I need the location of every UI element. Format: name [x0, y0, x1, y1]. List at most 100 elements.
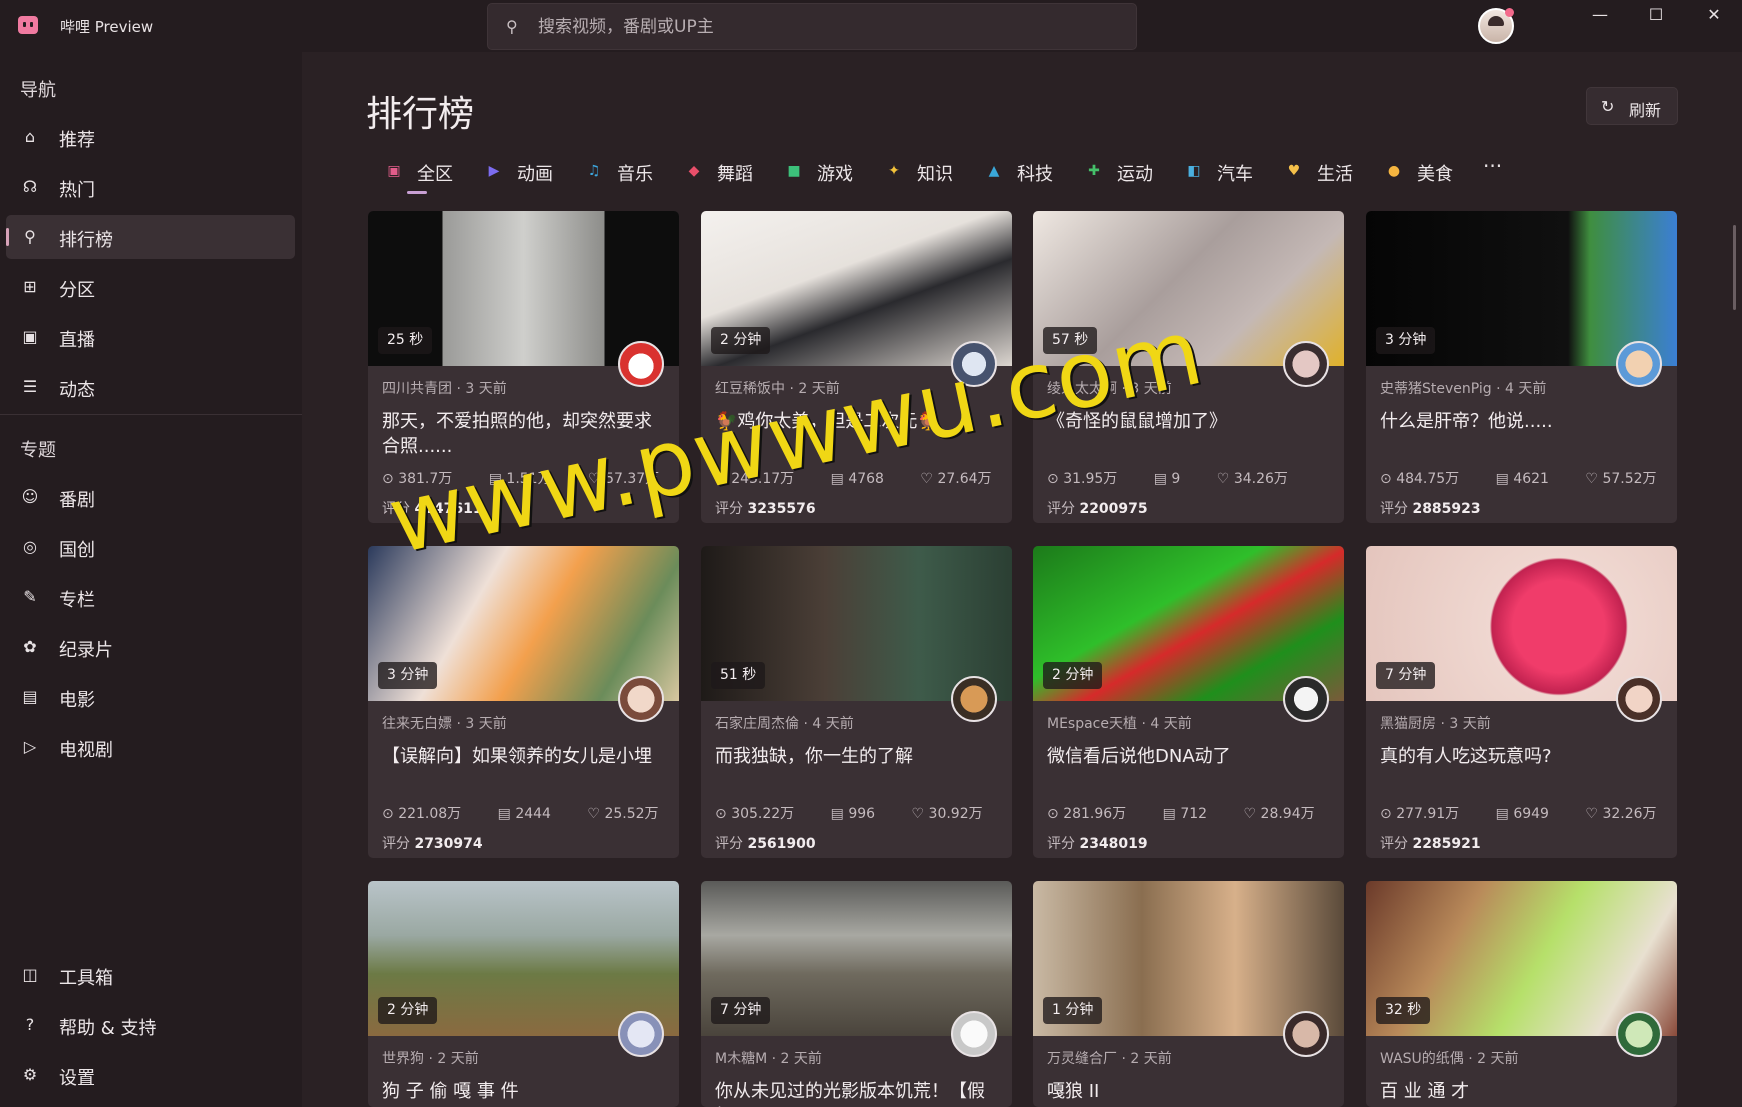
- sidebar-item-feed[interactable]: ☰ 动态: [6, 365, 295, 409]
- video-title[interactable]: 百 业 通 才: [1380, 1079, 1662, 1104]
- uploader-avatar[interactable]: [618, 676, 664, 722]
- sidebar-item-movie[interactable]: ▤ 电影: [6, 675, 295, 719]
- page-title: 排行榜: [366, 94, 475, 135]
- tech-icon: ▲: [988, 163, 1000, 179]
- uploader-meta[interactable]: 红豆稀饭中 · 2 天前: [715, 378, 840, 398]
- sidebar-item-label: 排行榜: [59, 230, 113, 251]
- uploader-avatar[interactable]: [1283, 676, 1329, 722]
- tab-label: 舞蹈: [717, 164, 753, 185]
- uploader-avatar[interactable]: [951, 341, 997, 387]
- video-card[interactable]: 3 分钟 史蒂猪StevenPig · 4 天前 什么是肝帝？他说..... ⊙…: [1366, 211, 1677, 523]
- video-card[interactable]: 25 秒 四川共青团 · 3 天前 那天，不爱拍照的他，却突然要求合照.....…: [368, 211, 679, 523]
- uploader-meta[interactable]: MEspace天植 · 4 天前: [1047, 713, 1192, 733]
- tab-label: 音乐: [617, 164, 653, 185]
- uploader-avatar[interactable]: [618, 341, 664, 387]
- more-categories-button[interactable]: ···: [1483, 154, 1502, 178]
- view-count: ⊙ 281.96万: [1047, 806, 1127, 822]
- like-count: ♡ 57.37万: [588, 471, 660, 487]
- video-title[interactable]: 🐓鸡你太美，但是二次元🐓: [715, 409, 997, 434]
- uploader-meta[interactable]: 黑猫厨房 · 3 天前: [1380, 713, 1491, 733]
- uploader-avatar[interactable]: [1616, 341, 1662, 387]
- view-count: ⊙ 305.22万: [715, 806, 795, 822]
- uploader-avatar[interactable]: [1616, 676, 1662, 722]
- uploader-meta[interactable]: 石家庄周杰倫 · 4 天前: [715, 713, 854, 733]
- uploader-meta[interactable]: M木糖M · 2 天前: [715, 1048, 822, 1068]
- scrollbar[interactable]: [1733, 225, 1736, 310]
- tv-icon: ▷: [23, 737, 37, 756]
- sidebar-item-ranking[interactable]: ⚲ 排行榜: [6, 215, 295, 259]
- sidebar-item-label: 国创: [59, 540, 95, 561]
- video-title[interactable]: 狗 子 偷 嘎 事 件: [382, 1079, 664, 1104]
- video-card[interactable]: 1 分钟 万灵缝合厂 · 2 天前 嘎狼 II: [1033, 881, 1344, 1107]
- anime-icon: ☺: [21, 487, 39, 506]
- sidebar-item-settings[interactable]: ⚙ 设置: [6, 1053, 295, 1097]
- sidebar-item-partition[interactable]: ⊞ 分区: [6, 265, 295, 309]
- life-icon: ♥: [1287, 163, 1301, 179]
- refresh-button[interactable]: ↻ 刷新: [1586, 87, 1678, 125]
- uploader-avatar[interactable]: [1283, 1011, 1329, 1057]
- uploader-avatar[interactable]: [951, 1011, 997, 1057]
- uploader-avatar[interactable]: [1283, 341, 1329, 387]
- trophy-icon: ⚲: [24, 227, 36, 246]
- danmaku-count: ▤ 1.51万: [488, 471, 552, 487]
- column-icon: ✎: [23, 587, 37, 606]
- uploader-meta[interactable]: 万灵缝合厂 · 2 天前: [1047, 1048, 1172, 1068]
- video-stats: ⊙ 277.91万 ▤ 6949 ♡ 32.26万: [1380, 803, 1677, 823]
- sidebar-item-help[interactable]: ? 帮助 & 支持: [6, 1003, 295, 1047]
- sidebar-item-documentary[interactable]: ✿ 纪录片: [6, 625, 295, 669]
- video-card[interactable]: 51 秒 石家庄周杰倫 · 4 天前 而我独缺，你一生的了解 ⊙ 305.22万…: [701, 546, 1012, 858]
- video-title[interactable]: 什么是肝帝？他说.....: [1380, 409, 1662, 434]
- uploader-avatar[interactable]: [1616, 1011, 1662, 1057]
- movie-icon: ▤: [22, 687, 38, 706]
- video-title[interactable]: 你从未见过的光影版本饥荒！【假如: [715, 1079, 997, 1107]
- uploader-meta[interactable]: 四川共青团 · 3 天前: [382, 378, 507, 398]
- help-icon: ?: [25, 1015, 35, 1034]
- video-card[interactable]: 7 分钟 M木糖M · 2 天前 你从未见过的光影版本饥荒！【假如: [701, 881, 1012, 1107]
- video-card[interactable]: 3 分钟 往来无白嫖 · 3 天前 【误解向】如果领养的女儿是小埋 ⊙ 221.…: [368, 546, 679, 858]
- video-title[interactable]: 嘎狼 II: [1047, 1079, 1329, 1104]
- uploader-meta[interactable]: WASU的纸偶 · 2 天前: [1380, 1048, 1519, 1068]
- headphones-icon: ♫: [587, 163, 601, 179]
- sidebar-item-label: 直播: [59, 330, 95, 351]
- search-icon: ⚲: [506, 17, 518, 36]
- refresh-icon: ↻: [1601, 97, 1615, 116]
- uploader-meta[interactable]: 世界狗 · 2 天前: [382, 1048, 479, 1068]
- sidebar-item-tv[interactable]: ▷ 电视剧: [6, 725, 295, 769]
- minimize-button[interactable]: —: [1572, 0, 1628, 30]
- uploader-meta[interactable]: 绫人太太啊 · 3 天前: [1047, 378, 1172, 398]
- video-title[interactable]: 微信看后说他DNA动了: [1047, 744, 1329, 769]
- view-count: ⊙ 243.17万: [715, 471, 795, 487]
- uploader-avatar[interactable]: [951, 676, 997, 722]
- video-title[interactable]: 而我独缺，你一生的了解: [715, 744, 997, 769]
- uploader-meta[interactable]: 史蒂猪StevenPig · 4 天前: [1380, 378, 1546, 398]
- sidebar-item-live[interactable]: ▣ 直播: [6, 315, 295, 359]
- uploader-avatar[interactable]: [618, 1011, 664, 1057]
- search-box[interactable]: ⚲: [487, 3, 1137, 50]
- video-score: 评分 2285921: [1380, 836, 1481, 852]
- sidebar-item-label: 纪录片: [59, 640, 113, 661]
- video-card[interactable]: 57 秒 绫人太太啊 · 3 天前 《奇怪的鼠鼠增加了》 ⊙ 31.95万 ▤ …: [1033, 211, 1344, 523]
- uploader-meta[interactable]: 往来无白嫖 · 3 天前: [382, 713, 507, 733]
- sidebar-item-label: 电视剧: [59, 740, 113, 761]
- sidebar-item-guochuang[interactable]: ◎ 国创: [6, 525, 295, 569]
- sidebar-item-hot[interactable]: ☊ 热门: [6, 165, 295, 209]
- video-title[interactable]: 真的有人吃这玩意吗?: [1380, 744, 1662, 769]
- search-input[interactable]: [538, 4, 1118, 49]
- video-card[interactable]: 2 分钟 红豆稀饭中 · 2 天前 🐓鸡你太美，但是二次元🐓 ⊙ 243.17万…: [701, 211, 1012, 523]
- refresh-label: 刷新: [1629, 101, 1662, 120]
- video-card[interactable]: 2 分钟 MEspace天植 · 4 天前 微信看后说他DNA动了 ⊙ 281.…: [1033, 546, 1344, 858]
- video-title[interactable]: 那天，不爱拍照的他，却突然要求合照......: [382, 409, 664, 459]
- video-title[interactable]: 《奇怪的鼠鼠增加了》: [1047, 409, 1329, 434]
- sidebar-item-recommend[interactable]: ⌂ 推荐: [6, 115, 295, 159]
- sidebar-item-column[interactable]: ✎ 专栏: [6, 575, 295, 619]
- duration-badge: 32 秒: [1376, 997, 1431, 1024]
- video-card[interactable]: 2 分钟 世界狗 · 2 天前 狗 子 偷 嘎 事 件: [368, 881, 679, 1107]
- video-card[interactable]: 7 分钟 黑猫厨房 · 3 天前 真的有人吃这玩意吗? ⊙ 277.91万 ▤ …: [1366, 546, 1677, 858]
- maximize-button[interactable]: ☐: [1628, 0, 1684, 30]
- tab-label: 游戏: [817, 164, 853, 185]
- close-button[interactable]: ✕: [1686, 0, 1742, 30]
- sidebar-item-bangumi[interactable]: ☺ 番剧: [6, 475, 295, 519]
- video-card[interactable]: 32 秒 WASU的纸偶 · 2 天前 百 业 通 才: [1366, 881, 1677, 1107]
- sidebar-item-toolbox[interactable]: ◫ 工具箱: [6, 953, 295, 997]
- video-title[interactable]: 【误解向】如果领养的女儿是小埋: [382, 744, 664, 769]
